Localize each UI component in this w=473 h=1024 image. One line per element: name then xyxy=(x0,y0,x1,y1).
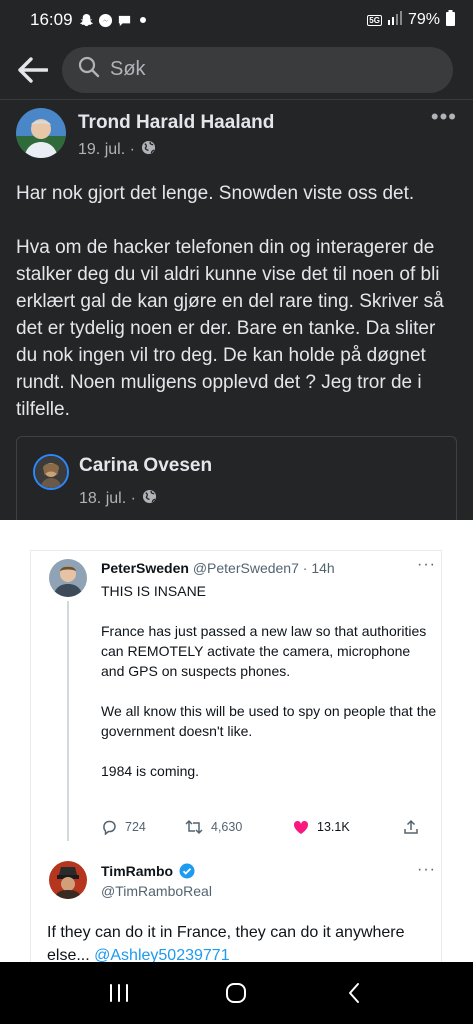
signal-icon xyxy=(387,10,402,30)
search-bar[interactable] xyxy=(62,46,453,93)
dot-icon xyxy=(136,13,151,28)
5g-icon: 5G xyxy=(367,14,382,26)
tweet2-author-handle: @TimRamboReal xyxy=(101,883,212,899)
notification-icons xyxy=(79,13,151,28)
search-icon xyxy=(78,56,100,83)
tweet2-avatar xyxy=(49,861,87,899)
post-body: Har nok gjort det lenge. Snowden viste o… xyxy=(16,180,461,450)
tweet-screenshot: PeterSweden @PeterSweden7 · 14h ··· THIS… xyxy=(30,550,442,970)
tweet2-author-name: TimRambo xyxy=(101,863,174,879)
tweet-line: THIS IS INSANE xyxy=(101,583,207,599)
shared-date-line: 18. jul. · xyxy=(79,489,157,509)
reply-icon xyxy=(103,820,116,835)
heart-icon xyxy=(293,820,309,834)
tweet2-more-icon: ··· xyxy=(417,861,436,878)
top-bar xyxy=(0,40,473,100)
share-icon xyxy=(404,819,418,834)
tweet-more-icon: ··· xyxy=(417,556,436,573)
home-icon[interactable] xyxy=(216,973,256,1013)
status-bar: 16:09 5G 79% xyxy=(0,0,473,40)
tweet-actions: 724 4,630 13.1K xyxy=(101,819,437,835)
chat-icon xyxy=(117,13,132,28)
post-date[interactable]: 19. jul. · xyxy=(78,141,135,159)
shared-post-card[interactable]: Carina Ovesen 18. jul. · xyxy=(16,436,457,522)
verified-badge-icon xyxy=(179,863,195,882)
status-right: 5G 79% xyxy=(367,9,455,31)
post-paragraph: Hva om de hacker telefonen din og intera… xyxy=(16,237,444,420)
messenger-icon xyxy=(98,13,113,28)
more-options-icon[interactable]: ••• xyxy=(431,106,457,128)
system-nav-bar xyxy=(0,962,473,1024)
like-count: 13.1K xyxy=(317,820,350,834)
status-time: 16:09 xyxy=(30,10,73,29)
tweet2-author: TimRambo xyxy=(101,863,195,882)
search-input[interactable] xyxy=(110,58,437,81)
like-action: 13.1K xyxy=(293,820,403,835)
retweet-action: 4,630 xyxy=(185,819,293,835)
reply-count: 724 xyxy=(125,820,146,834)
post-header: Trond Harald Haaland 19. jul. · ••• xyxy=(16,106,457,164)
shared-date[interactable]: 18. jul. · xyxy=(79,490,136,508)
tweet-line: We all know this will be used to spy on … xyxy=(101,703,437,739)
back-nav-icon[interactable] xyxy=(334,973,374,1013)
globe-icon xyxy=(142,489,157,509)
battery-percent: 79% xyxy=(407,11,440,28)
tweet-author-name: PeterSweden xyxy=(101,560,189,576)
back-arrow-icon[interactable] xyxy=(16,53,50,87)
tweet-author: PeterSweden @PeterSweden7 · 14h xyxy=(101,560,335,576)
recent-apps-icon[interactable] xyxy=(99,973,139,1013)
snapchat-icon xyxy=(79,13,94,28)
globe-icon xyxy=(141,140,156,160)
tweet-line: France has just passed a new law so that… xyxy=(101,623,427,679)
reply-action: 724 xyxy=(101,819,185,835)
retweet-icon xyxy=(185,819,203,835)
share-action xyxy=(403,819,419,835)
tweet-author-handle: @PeterSweden7 · 14h xyxy=(192,560,335,576)
tweet-line: 1984 is coming. xyxy=(101,763,200,779)
shared-author-name[interactable]: Carina Ovesen xyxy=(79,455,212,477)
retweet-count: 4,630 xyxy=(211,820,243,834)
author-avatar[interactable] xyxy=(16,108,66,158)
thread-line xyxy=(67,601,69,841)
post-author-name[interactable]: Trond Harald Haaland xyxy=(78,112,274,134)
tweet2-body: If they can do it in France, they can do… xyxy=(47,921,407,967)
battery-icon xyxy=(446,9,455,31)
post-date-line: 19. jul. · xyxy=(78,140,274,160)
shared-author-avatar[interactable] xyxy=(33,454,69,490)
tweet-body: THIS IS INSANE France has just passed a … xyxy=(101,581,437,801)
tweet-avatar xyxy=(49,559,87,597)
post-paragraph: Har nok gjort det lenge. Snowden viste o… xyxy=(16,183,415,204)
shared-image[interactable]: PeterSweden @PeterSweden7 · 14h ··· THIS… xyxy=(0,520,473,970)
